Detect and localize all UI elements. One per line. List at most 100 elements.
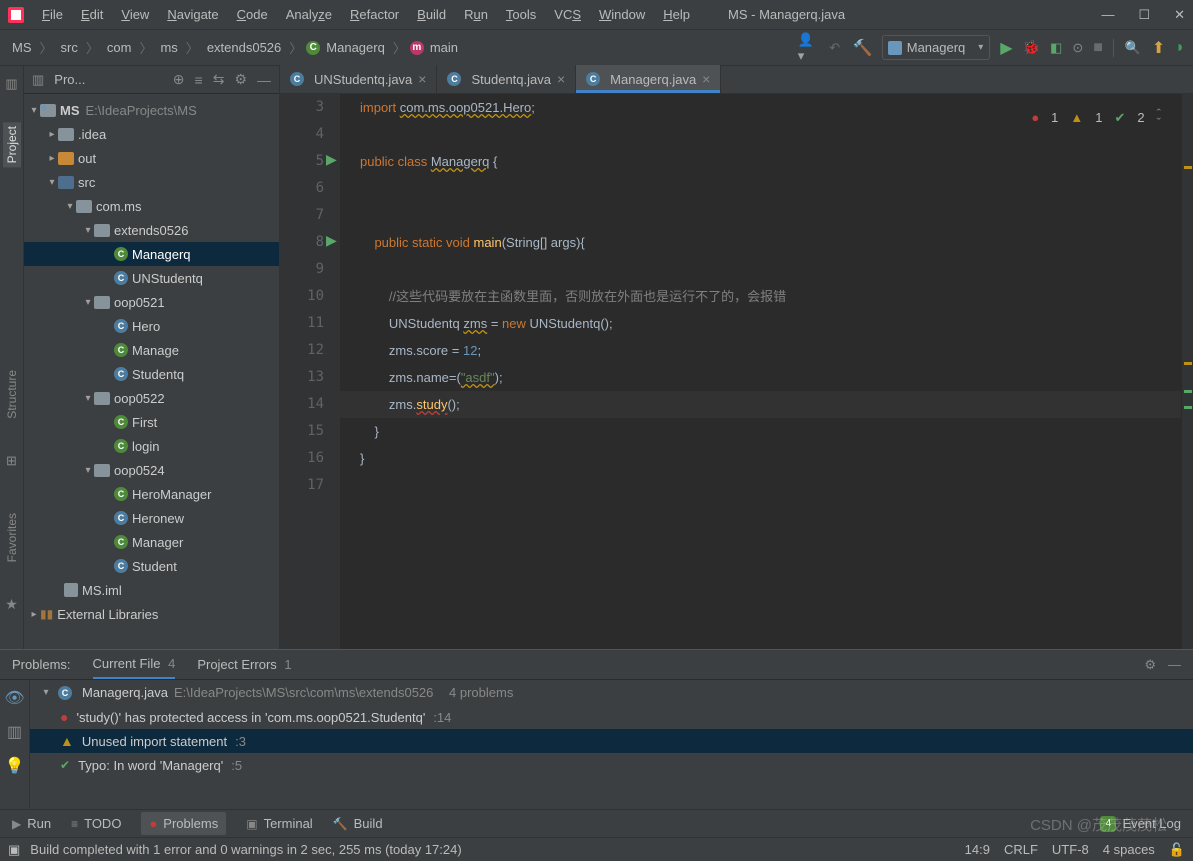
menu-edit[interactable]: Edit <box>73 3 111 26</box>
todo-tool-tab[interactable]: ≡TODO <box>71 816 121 831</box>
close-tab-icon[interactable]: × <box>702 71 710 87</box>
tree-unstudentq[interactable]: CUNStudentq <box>24 266 279 290</box>
tree-root[interactable]: MS E:\IdeaProjects\MS <box>24 98 279 122</box>
tree-manager[interactable]: CManager <box>24 530 279 554</box>
tab-studentq[interactable]: CStudentq.java× <box>437 65 576 93</box>
error-stripe[interactable] <box>1181 94 1193 649</box>
stop-icon[interactable]: ■ <box>1093 39 1103 57</box>
tree-extlib[interactable]: ▮▮External Libraries <box>24 602 279 626</box>
menu-code[interactable]: Code <box>229 3 276 26</box>
problems-list[interactable]: C Managerq.java E:\IdeaProjects\MS\src\c… <box>30 680 1193 809</box>
code-content[interactable]: import import com.ms.oop0521.Hero;com.ms… <box>340 94 1181 649</box>
current-file-tab[interactable]: Current File 4 <box>93 650 176 679</box>
tree-idea[interactable]: .idea <box>24 122 279 146</box>
line-col[interactable]: 14:9 <box>965 842 990 857</box>
crumb-class[interactable]: Managerq <box>322 40 389 55</box>
event-count-badge[interactable]: 4 <box>1100 816 1116 832</box>
ide-icon[interactable]: ◗ <box>1175 39 1185 57</box>
tab-unstudentq[interactable]: CUNStudentq.java× <box>280 65 437 93</box>
tree-ext[interactable]: extends0526 <box>24 218 279 242</box>
file-encoding[interactable]: UTF-8 <box>1052 842 1089 857</box>
user-icon[interactable]: 👤▾ <box>798 39 816 57</box>
problem-row[interactable]: ✔ Typo: In word 'Managerq':5 <box>30 753 1193 777</box>
tree-oop0522[interactable]: oop0522 <box>24 386 279 410</box>
tree-managerq[interactable]: CManagerq <box>24 242 279 266</box>
project-panel-title[interactable]: Pro... <box>54 72 163 87</box>
readonly-lock-icon[interactable]: 🔓 <box>1169 842 1185 858</box>
structure-tool-tab[interactable]: Structure <box>3 366 21 423</box>
crumb-ms2[interactable]: ms <box>156 40 181 55</box>
view-icon[interactable]: 👁 <box>4 688 24 708</box>
tree-hero[interactable]: CHero <box>24 314 279 338</box>
maximize-icon[interactable]: ☐ <box>1138 7 1150 23</box>
run-config-selector[interactable]: Managerq <box>882 35 991 60</box>
line-separator[interactable]: CRLF <box>1004 842 1038 857</box>
expand-all-icon[interactable]: ≡ <box>195 72 203 88</box>
intention-bulb-icon[interactable]: 💡 <box>5 756 25 776</box>
project-tree[interactable]: MS E:\IdeaProjects\MS .idea out src com.… <box>24 94 279 649</box>
collapse-all-icon[interactable]: ⇆ <box>213 71 225 88</box>
run-gutter-icon[interactable]: ▶ <box>326 232 337 249</box>
run-icon[interactable]: ▶ <box>1000 38 1012 58</box>
menu-refactor[interactable]: Refactor <box>342 3 407 26</box>
build-tool-tab[interactable]: 🔨Build <box>333 816 383 831</box>
menu-help[interactable]: Help <box>655 3 698 26</box>
hide-panel-icon[interactable]: — <box>1168 657 1181 673</box>
problems-tool-tab[interactable]: ●Problems <box>141 812 226 835</box>
event-log-tab[interactable]: Event Log <box>1122 816 1181 831</box>
tree-oop0524[interactable]: oop0524 <box>24 458 279 482</box>
options-icon[interactable]: ▥ <box>7 722 22 742</box>
menu-build[interactable]: Build <box>409 3 454 26</box>
minimize-icon[interactable]: — <box>1101 7 1114 23</box>
tree-first[interactable]: CFirst <box>24 410 279 434</box>
profile-icon[interactable]: ⊙ <box>1072 40 1083 56</box>
settings-gear-icon[interactable]: ⚙ <box>234 71 247 88</box>
status-widgets-icon[interactable]: ▣ <box>8 842 20 858</box>
gutter[interactable]: 3 4 5 6 7 8 9 10 11 12 13 14 15 16 17 ▶ <box>280 94 340 649</box>
tree-heromanager[interactable]: CHeroManager <box>24 482 279 506</box>
problems-file-row[interactable]: C Managerq.java E:\IdeaProjects\MS\src\c… <box>30 680 1193 705</box>
debug-icon[interactable]: 🐞 <box>1023 39 1040 56</box>
menu-analyze[interactable]: Analyze <box>278 3 340 26</box>
terminal-tool-tab[interactable]: ▣Terminal <box>246 816 312 831</box>
coverage-icon[interactable]: ◧ <box>1050 40 1062 56</box>
problem-row[interactable]: ▲ Unused import statement:3 <box>30 729 1193 753</box>
close-tab-icon[interactable]: × <box>557 71 565 87</box>
close-tab-icon[interactable]: × <box>418 71 426 87</box>
menu-vcs[interactable]: VCS <box>546 3 589 26</box>
tree-student[interactable]: CStudent <box>24 554 279 578</box>
update-icon[interactable]: ⬆ <box>1152 38 1165 58</box>
project-tool-tab[interactable]: Project <box>3 122 21 167</box>
run-tool-tab[interactable]: ▶Run <box>12 816 51 831</box>
favorites-tool-tab[interactable]: Favorites <box>3 509 21 566</box>
project-errors-tab[interactable]: Project Errors 1 <box>197 651 291 678</box>
hide-panel-icon[interactable]: — <box>257 72 271 88</box>
code-editor[interactable]: 3 4 5 6 7 8 9 10 11 12 13 14 15 16 17 ▶ <box>280 94 1193 649</box>
problem-row[interactable]: ● 'study()' has protected access in 'com… <box>30 705 1193 729</box>
tree-src[interactable]: src <box>24 170 279 194</box>
menu-file[interactable]: File <box>34 3 71 26</box>
menu-view[interactable]: View <box>113 3 157 26</box>
tree-comms[interactable]: com.ms <box>24 194 279 218</box>
menu-run[interactable]: Run <box>456 3 496 26</box>
run-gutter-icon[interactable]: ▶ <box>326 151 337 168</box>
crumb-com[interactable]: com <box>103 40 136 55</box>
close-icon[interactable]: ✕ <box>1174 7 1185 23</box>
tree-studentq[interactable]: CStudentq <box>24 362 279 386</box>
breadcrumb[interactable]: MS〉 src〉 com〉 ms〉 extends0526〉 C Manager… <box>8 38 462 57</box>
search-icon[interactable]: 🔍 <box>1124 39 1142 57</box>
indent-setting[interactable]: 4 spaces <box>1103 842 1155 857</box>
panel-settings-icon[interactable]: ⚙ <box>1144 657 1156 673</box>
crumb-ms[interactable]: MS <box>8 40 36 55</box>
select-open-file-icon[interactable]: ⊕ <box>173 71 185 88</box>
tree-msiml[interactable]: MS.iml <box>24 578 279 602</box>
back-arrow-icon[interactable]: ↶ <box>826 39 844 57</box>
tree-manage[interactable]: CManage <box>24 338 279 362</box>
menu-navigate[interactable]: Navigate <box>159 3 226 26</box>
tree-heronew[interactable]: CHeronew <box>24 506 279 530</box>
menu-tools[interactable]: Tools <box>498 3 544 26</box>
tab-managerq[interactable]: CManagerq.java× <box>576 65 721 93</box>
tree-login[interactable]: Clogin <box>24 434 279 458</box>
menu-window[interactable]: Window <box>591 3 653 26</box>
build-hammer-icon[interactable]: 🔨 <box>854 39 872 57</box>
